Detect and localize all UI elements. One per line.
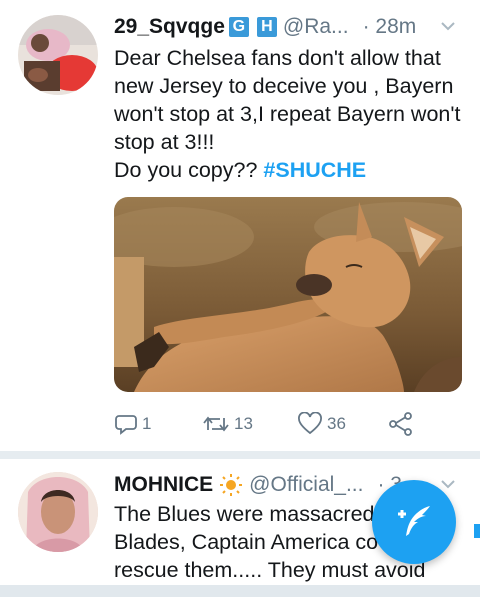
tweet[interactable]: 29_Sqvqge G H @Ra... · 28m Dear Chelsea …	[0, 0, 480, 452]
tweet-line-text: Do you copy??	[114, 158, 264, 182]
tweet-line: stop at 3!!!	[114, 130, 215, 154]
hashtag-link[interactable]: #SHUCHE	[263, 158, 366, 182]
timestamp[interactable]: · 28m	[363, 15, 417, 39]
tweet-text: Dear Chelsea fans don't allow that new J…	[114, 44, 468, 184]
like-button[interactable]: 36	[297, 412, 346, 436]
reply-button[interactable]: 1	[114, 412, 151, 436]
handle[interactable]: @Ra...	[283, 15, 349, 39]
chevron-down-icon[interactable]	[438, 16, 458, 36]
compose-tweet-icon	[398, 506, 430, 536]
tweet-line: won't stop at 3,I repeat Bayern won't	[114, 102, 461, 126]
display-name[interactable]: MOHNICE	[114, 473, 213, 497]
share-icon	[389, 412, 412, 436]
sun-icon	[220, 474, 243, 496]
avatar[interactable]	[18, 472, 98, 552]
badge-h: H	[256, 17, 277, 37]
like-count: 36	[327, 414, 346, 433]
tweet-line: Dear Chelsea fans don't allow that	[114, 46, 441, 70]
share-button[interactable]	[388, 411, 414, 437]
heart-icon	[298, 412, 322, 435]
retweet-icon	[203, 416, 229, 432]
bottom-bar	[0, 585, 480, 597]
display-name[interactable]: 29_Sqvqge	[114, 15, 225, 39]
handle[interactable]: @Official_...	[249, 473, 363, 497]
tweet-header: 29_Sqvqge G H @Ra... · 28m	[114, 12, 480, 42]
tweet-line: Do you copy?? #SHUCHE	[114, 156, 468, 184]
tweet-line: new Jersey to deceive you , Bayern	[114, 74, 454, 98]
tweet-media-photo[interactable]	[114, 197, 462, 392]
badge-g: G	[228, 17, 249, 37]
avatar[interactable]	[18, 15, 98, 95]
reply-icon	[115, 415, 137, 435]
compose-tweet-button[interactable]	[372, 480, 456, 564]
retweet-button[interactable]: 13	[202, 412, 253, 436]
scroll-indicator	[474, 524, 480, 538]
retweet-count: 13	[234, 414, 253, 433]
reply-count: 1	[142, 414, 152, 433]
